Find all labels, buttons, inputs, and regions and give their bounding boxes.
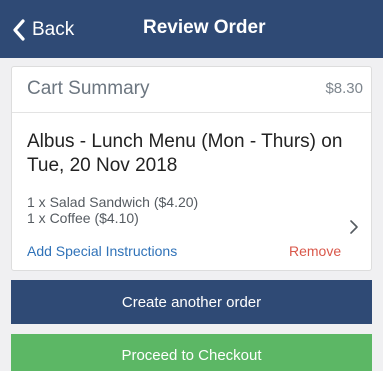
list-item: 1 x Coffee ($4.10)	[27, 210, 139, 226]
page-title: Review Order	[143, 17, 266, 38]
order-title[interactable]: Albus - Lunch Menu (Mon - Thurs) on Tue,…	[27, 130, 367, 178]
cart-total: $8.30	[325, 80, 363, 97]
list-item: 1 x Salad Sandwich ($4.20)	[27, 194, 199, 210]
create-another-order-button[interactable]: Create another order	[11, 280, 372, 324]
chevron-left-icon	[13, 19, 25, 41]
cart-summary-card: Cart Summary $8.30 Albus - Lunch Menu (M…	[11, 66, 372, 271]
order-items: 1 x Salad Sandwich ($4.20) 1 x Coffee ($…	[27, 194, 198, 226]
cart-summary-title: Cart Summary	[27, 78, 150, 99]
proceed-to-checkout-button[interactable]: Proceed to Checkout	[11, 334, 372, 371]
cart-summary-header: Cart Summary $8.30	[12, 67, 371, 113]
back-button[interactable]: Back	[12, 16, 74, 44]
add-special-instructions-link[interactable]: Add Special Instructions	[27, 243, 177, 259]
chevron-right-icon[interactable]	[349, 219, 359, 235]
navigation-bar: Back Review Order	[0, 0, 383, 58]
back-label: Back	[32, 19, 75, 40]
remove-button[interactable]: Remove	[289, 243, 341, 259]
